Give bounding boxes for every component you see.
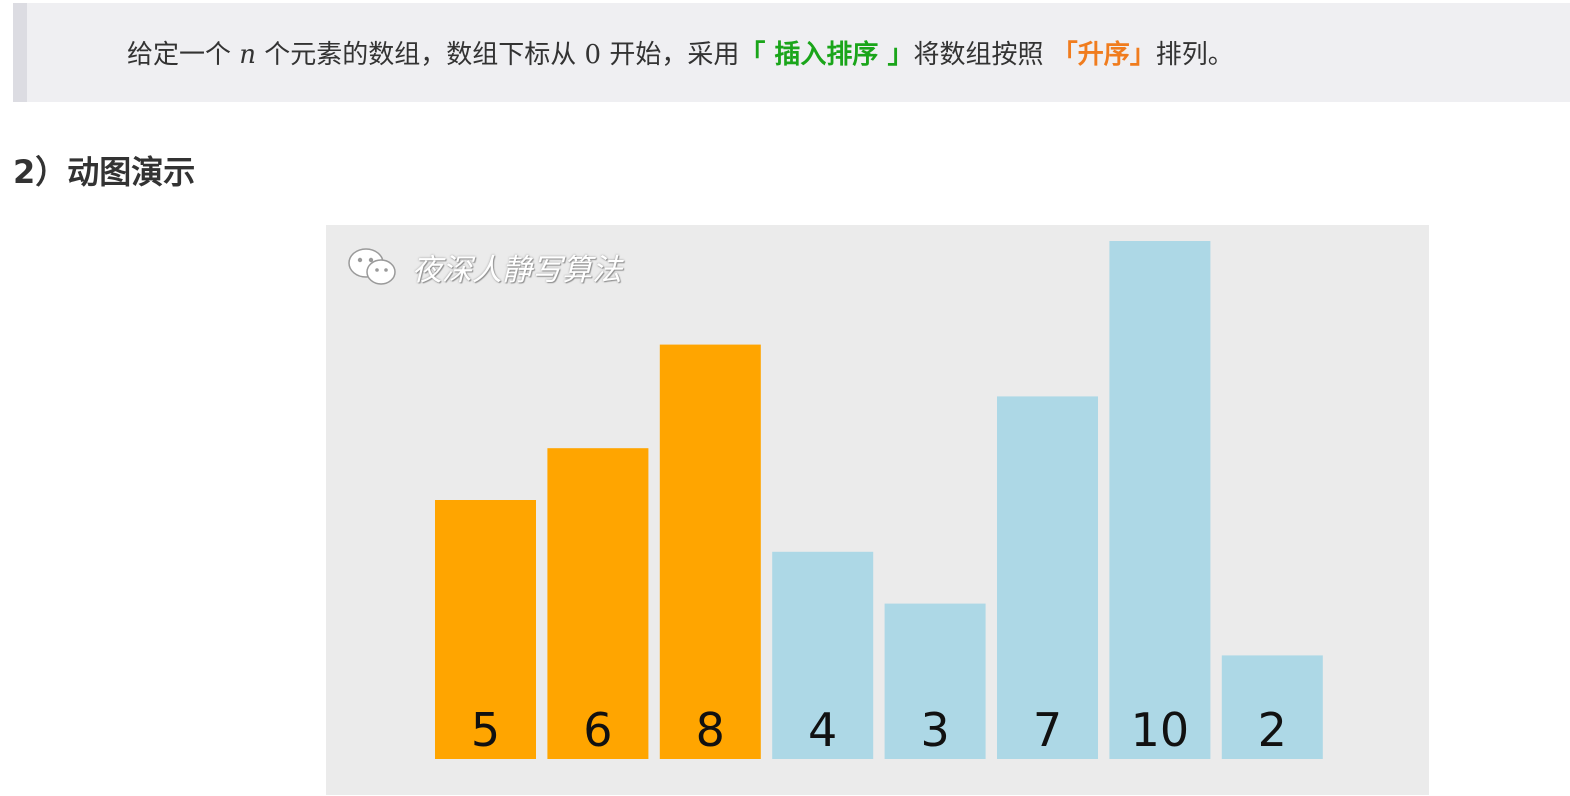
order-highlight: 「升序」 — [1051, 40, 1156, 70]
bar-label-6: 10 — [1131, 703, 1190, 757]
section-heading: 2）动图演示 — [13, 153, 196, 191]
bar-label-4: 3 — [920, 703, 949, 757]
bar-6 — [1109, 241, 1211, 759]
statement-part-5: 排列。 — [1155, 40, 1234, 70]
problem-statement: 给定一个 n 个元素的数组，数组下标从 0 开始，采用「 插入排序 」将数组按照… — [127, 37, 1234, 73]
algorithm-highlight: 「 插入排序 」 — [739, 40, 914, 70]
bar-chart: 5 6 8 4 3 7 10 2 — [435, 241, 1323, 759]
wechat-icon — [346, 245, 400, 289]
watermark-text: 夜深人静写算法 — [412, 253, 622, 288]
statement-part-4: 将数组按照 — [913, 40, 1052, 70]
statement-part-1: 给定一个 — [127, 40, 240, 70]
math-index-zero: 0 — [584, 40, 602, 70]
statement-part-3: 开始，采用 — [601, 40, 740, 70]
bar-2 — [659, 344, 761, 759]
insertion-sort-animation: 5 6 8 4 3 7 10 2 夜深人静写算法 — [326, 225, 1429, 795]
bar-label-3: 4 — [808, 703, 837, 757]
bar-label-1: 6 — [583, 703, 612, 757]
blockquote: 给定一个 n 个元素的数组，数组下标从 0 开始，采用「 插入排序 」将数组按照… — [13, 3, 1570, 102]
math-variable-n: n — [239, 40, 257, 70]
bar-label-0: 5 — [471, 703, 500, 757]
bar-label-2: 8 — [696, 703, 725, 757]
bar-label-5: 7 — [1033, 703, 1062, 757]
watermark: 夜深人静写算法 — [346, 245, 622, 289]
bar-label-7: 2 — [1258, 703, 1287, 757]
statement-part-2: 个元素的数组，数组下标从 — [256, 40, 585, 70]
